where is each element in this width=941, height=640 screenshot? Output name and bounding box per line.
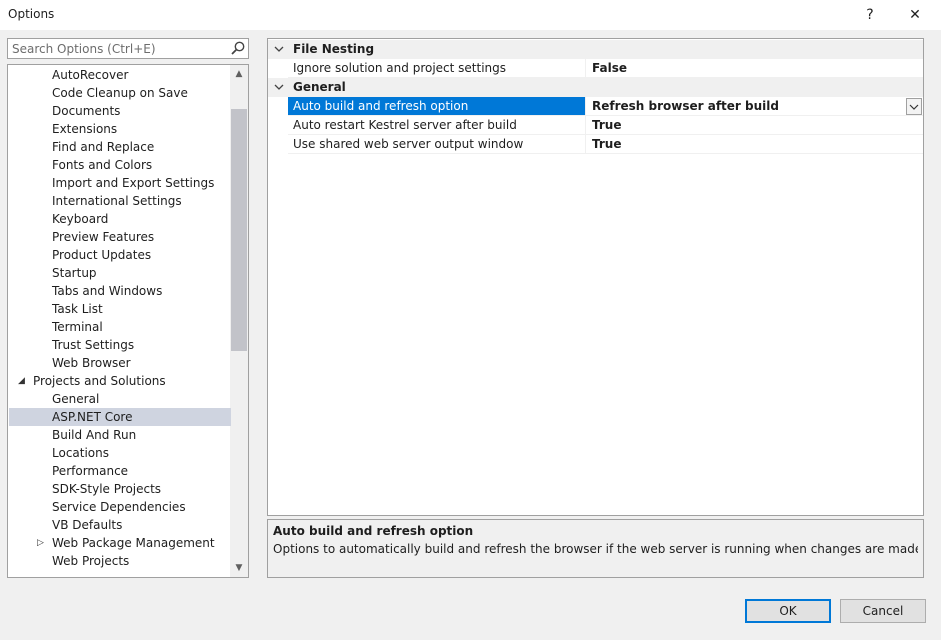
category-header[interactable]: General [268,78,923,97]
tree-item-label: Service Dependencies [52,500,186,514]
property-row[interactable]: Auto restart Kestrel server after build T… [288,116,923,135]
tree-item[interactable]: Locations [9,444,231,462]
tree-item[interactable]: ASP.NET Core [9,408,231,426]
tree-item[interactable]: Web Projects [9,552,231,570]
description-text: Options to automatically build and refre… [273,542,918,556]
tree-item-label: SDK-Style Projects [52,482,162,496]
tree-item-label: Find and Replace [52,140,155,154]
tree-item-label: Documents [52,104,121,118]
tree-item-label: Web Browser [52,356,131,370]
property-name[interactable]: Auto build and refresh option [288,97,586,115]
tree-item[interactable]: Find and Replace [9,138,231,156]
tree-item[interactable]: Service Dependencies [9,498,231,516]
tree-item[interactable]: Tabs and Windows [9,282,231,300]
description-panel: Auto build and refresh option Options to… [267,519,924,578]
tree-item[interactable]: ▷ Web Package Management [9,534,231,552]
scroll-down-arrow-icon[interactable]: ▼ [230,559,248,577]
tree-item-label: Tabs and Windows [52,284,163,298]
category-label: General [293,80,346,94]
tree-item-label: Trust Settings [52,338,135,352]
tree-item-label: Web Projects [52,554,130,568]
property-grid[interactable]: File Nesting Ignore solution and project … [267,38,924,516]
search-icon[interactable] [230,40,246,56]
category-label: File Nesting [293,42,375,56]
cancel-button[interactable]: Cancel [840,599,926,623]
tree-item[interactable]: VB Defaults [9,516,231,534]
title-bar: Options ? ✕ [0,0,941,30]
property-name[interactable]: Auto restart Kestrel server after build [288,116,586,134]
scroll-up-arrow-icon[interactable]: ▲ [230,65,248,83]
scrollbar-thumb[interactable] [231,109,247,351]
tree-item[interactable]: Task List [9,300,231,318]
tree-item[interactable]: Trust Settings [9,336,231,354]
tree-item-label: Locations [52,446,110,460]
tree-item-label: Task List [52,302,103,316]
description-title: Auto build and refresh option [273,524,474,538]
property-value[interactable]: False [587,59,627,77]
property-name[interactable]: Ignore solution and project settings [288,59,586,77]
tree-item-label: Startup [52,266,97,280]
chevron-down-icon[interactable] [272,41,286,57]
tree-item[interactable]: International Settings [9,192,231,210]
tree-item-label: Performance [52,464,129,478]
tree-item-label: Fonts and Colors [52,158,153,172]
tree-item[interactable]: General [9,390,231,408]
tree-item-label: VB Defaults [52,518,123,532]
tree-item[interactable]: Terminal [9,318,231,336]
property-value[interactable]: True [587,116,621,134]
property-name[interactable]: Use shared web server output window [288,135,586,153]
tree-item-label: Keyboard [52,212,109,226]
tree-item-label: Extensions [52,122,118,136]
help-button[interactable]: ? [850,1,890,29]
tree-item[interactable]: Code Cleanup on Save [9,84,231,102]
tree-item-label: Web Package Management [52,536,215,550]
tree-item-label: Code Cleanup on Save [52,86,188,100]
tree-item[interactable]: ◢ Projects and Solutions [9,372,231,390]
tree-item[interactable]: Build And Run [9,426,231,444]
property-row[interactable]: Auto build and refresh option Refresh bro… [288,97,923,116]
tree-item-label: Preview Features [52,230,155,244]
ok-button[interactable]: OK [745,599,831,623]
tree-item[interactable]: AutoRecover [9,66,231,84]
collapsed-arrow-icon[interactable]: ▷ [37,534,47,552]
tree-item-label: Terminal [52,320,103,334]
options-tree[interactable]: ▲ ▼ AutoRecover Code Cleanup on Save Docum… [7,64,249,578]
category-header[interactable]: File Nesting [268,40,923,59]
tree-scrollbar[interactable]: ▲ ▼ [230,65,248,577]
chevron-down-icon [909,104,919,110]
tree-item-label: ASP.NET Core [52,410,133,424]
tree-item[interactable]: Import and Export Settings [9,174,231,192]
tree-item[interactable]: Startup [9,264,231,282]
tree-item-label: Projects and Solutions [33,374,166,388]
property-row[interactable]: Use shared web server output window True [288,135,923,154]
property-value[interactable]: True [587,135,621,153]
tree-item-label: Build And Run [52,428,137,442]
tree-item-label: General [52,392,100,406]
property-row[interactable]: Ignore solution and project settings Fals… [288,59,923,78]
dropdown-button[interactable] [906,98,922,115]
tree-item[interactable]: Keyboard [9,210,231,228]
property-value[interactable]: Refresh browser after build [587,97,779,115]
expanded-arrow-icon[interactable]: ◢ [18,372,28,390]
tree-item[interactable]: Product Updates [9,246,231,264]
tree-item[interactable]: Extensions [9,120,231,138]
search-box[interactable]: Search Options (Ctrl+E) [7,38,249,59]
tree-item-label: Product Updates [52,248,152,262]
tree-item-label: AutoRecover [52,68,129,82]
window-title: Options [8,7,55,21]
tree-item[interactable]: SDK-Style Projects [9,480,231,498]
chevron-down-icon[interactable] [272,79,286,95]
tree-item-label: Import and Export Settings [52,176,215,190]
search-input[interactable]: Search Options (Ctrl+E) [12,42,156,56]
tree-item[interactable]: Performance [9,462,231,480]
tree-item-label: International Settings [52,194,182,208]
tree-item[interactable]: Preview Features [9,228,231,246]
tree-item[interactable]: Web Browser [9,354,231,372]
close-button[interactable]: ✕ [895,1,935,29]
tree-item[interactable]: Fonts and Colors [9,156,231,174]
tree-item[interactable]: Documents [9,102,231,120]
